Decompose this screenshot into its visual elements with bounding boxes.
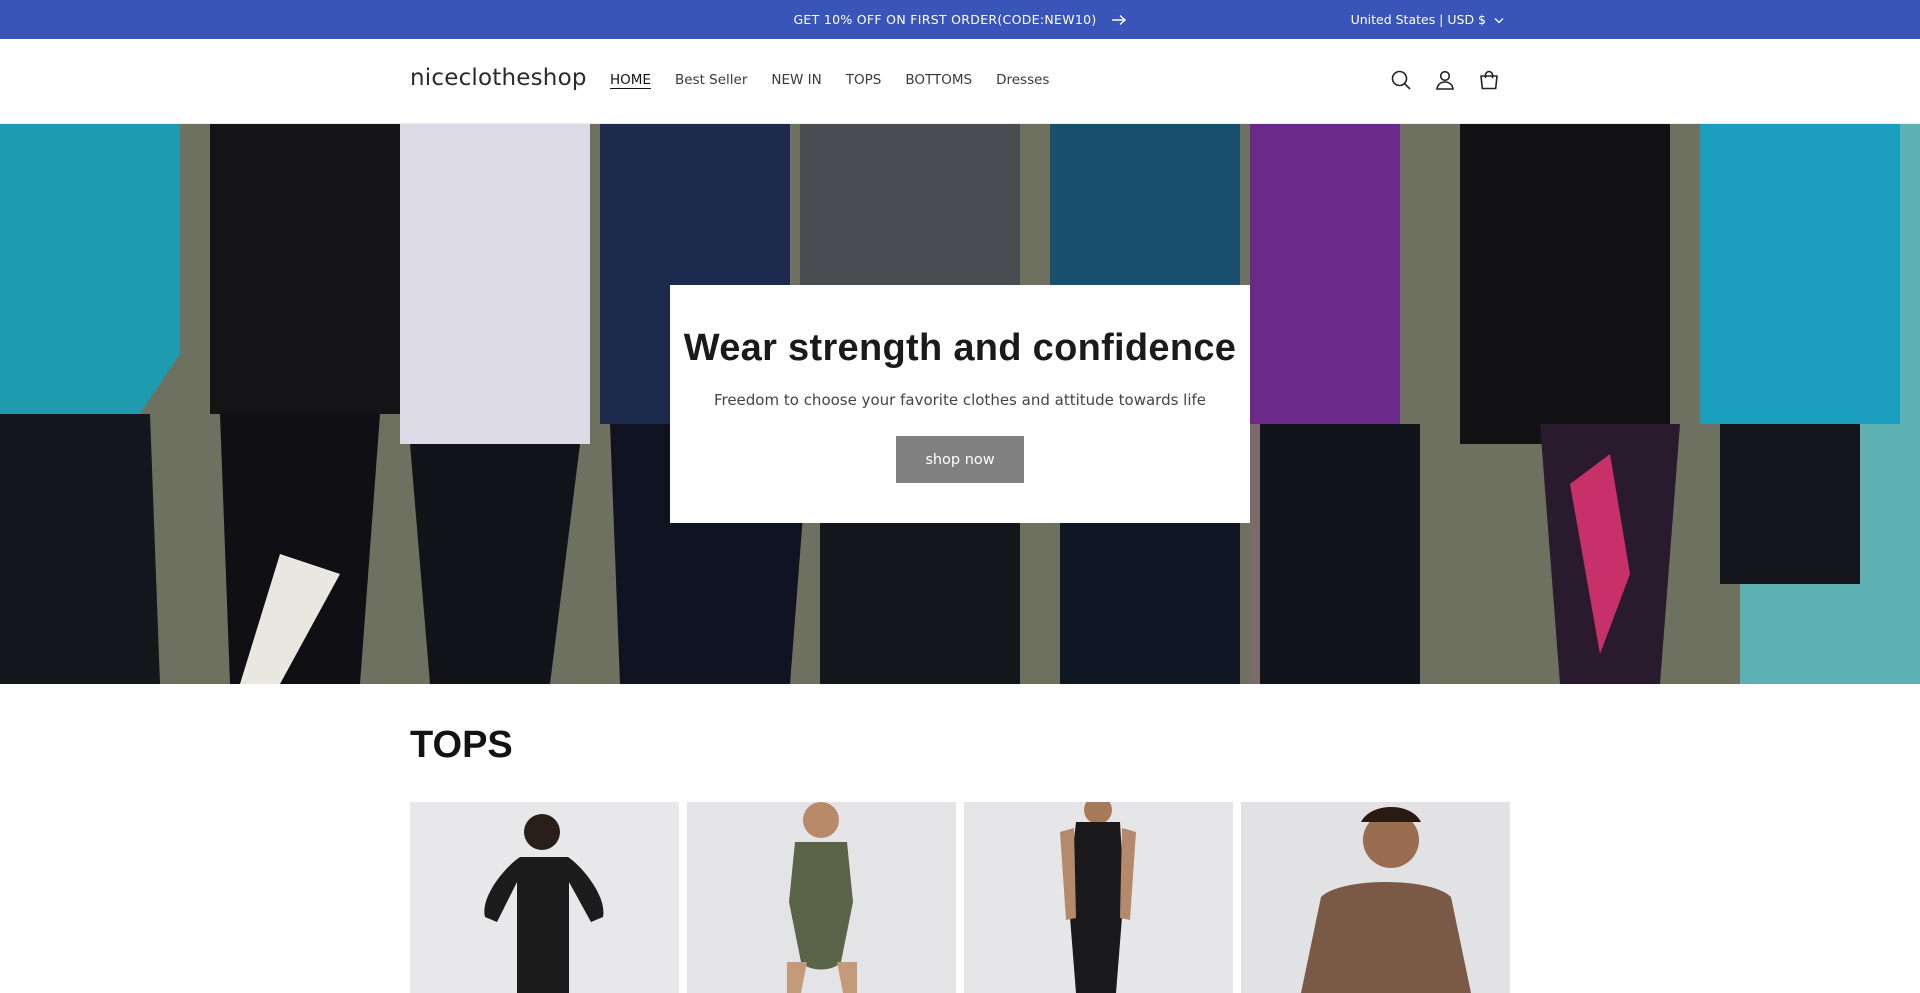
- nav-tops[interactable]: TOPS: [846, 72, 882, 88]
- nav-home[interactable]: HOME: [610, 72, 651, 88]
- product-card[interactable]: [687, 802, 956, 993]
- product-image: [410, 802, 679, 993]
- hero-banner: Wear strength and confidence Freedom to …: [0, 124, 1920, 684]
- hero-subtitle: Freedom to choose your favorite clothes …: [713, 391, 1207, 409]
- header-icons: [1390, 68, 1500, 92]
- product-card[interactable]: [410, 802, 679, 993]
- chevron-down-icon: [1494, 12, 1504, 27]
- country-currency-selector[interactable]: United States | USD $: [1351, 0, 1504, 39]
- product-image: [687, 802, 956, 993]
- nav-new-in[interactable]: NEW IN: [771, 72, 821, 88]
- search-icon[interactable]: [1390, 68, 1412, 92]
- store-logo[interactable]: niceclotheshop: [410, 65, 587, 91]
- nav-dresses[interactable]: Dresses: [996, 72, 1049, 88]
- announcement-bar: GET 10% OFF ON FIRST ORDER(CODE:NEW10) U…: [0, 0, 1920, 39]
- locale-label: United States | USD $: [1350, 12, 1486, 27]
- product-card[interactable]: [1241, 802, 1510, 993]
- site-header: niceclotheshop HOME Best Seller NEW IN T…: [0, 39, 1920, 124]
- section-title: TOPS: [410, 724, 513, 766]
- hero-title: Wear strength and confidence: [683, 327, 1237, 369]
- account-icon[interactable]: [1434, 68, 1456, 92]
- announcement-text: GET 10% OFF ON FIRST ORDER(CODE:NEW10): [793, 12, 1097, 27]
- hero-content-box: Wear strength and confidence Freedom to …: [670, 285, 1250, 523]
- announcement-link[interactable]: GET 10% OFF ON FIRST ORDER(CODE:NEW10): [0, 0, 1920, 39]
- product-image: [964, 802, 1233, 993]
- product-grid: [410, 802, 1510, 993]
- product-image: [1241, 802, 1510, 993]
- shop-now-button[interactable]: shop now: [896, 436, 1024, 483]
- nav-best-seller[interactable]: Best Seller: [675, 72, 747, 88]
- nav-bottoms[interactable]: BOTTOMS: [905, 72, 972, 88]
- cart-icon[interactable]: [1478, 68, 1500, 92]
- arrow-right-icon: [1111, 14, 1127, 26]
- product-card[interactable]: [964, 802, 1233, 993]
- main-nav: HOME Best Seller NEW IN TOPS BOTTOMS Dre…: [610, 72, 1049, 88]
